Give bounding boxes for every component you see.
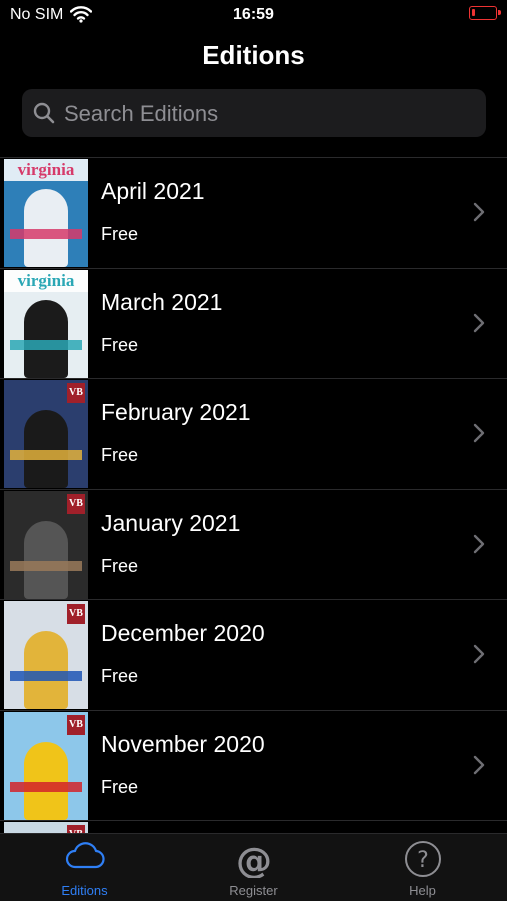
chevron-right-icon xyxy=(473,534,485,559)
cover-accent xyxy=(10,781,82,792)
page-title: Editions xyxy=(202,40,305,70)
search-icon xyxy=(32,101,56,130)
edition-price: Free xyxy=(101,666,139,686)
edition-title: February 2021 xyxy=(101,399,251,425)
cover-masthead: VB xyxy=(67,714,85,735)
edition-row[interactable]: VB December 2020 Free xyxy=(0,600,507,711)
edition-cover-image: VB xyxy=(4,711,88,820)
svg-text:?: ? xyxy=(417,848,429,873)
cloud-icon xyxy=(0,840,169,877)
svg-text:@: @ xyxy=(236,841,272,878)
cover-accent xyxy=(10,450,82,460)
chevron-right-icon xyxy=(473,423,485,448)
cover-accent xyxy=(10,339,82,350)
edition-price: Free xyxy=(101,445,139,465)
editions-list: virginia April 2021 Free virginia March 2021… xyxy=(0,157,507,834)
cover-accent xyxy=(10,560,82,571)
cover-masthead: VB xyxy=(67,493,85,514)
edition-cover-image: virginia xyxy=(4,269,88,378)
cover-figure xyxy=(24,520,68,599)
search-input[interactable] xyxy=(62,89,476,139)
cover-figure xyxy=(24,299,68,378)
cover-masthead: VB xyxy=(67,383,85,403)
edition-row[interactable]: virginia March 2021 Free xyxy=(0,269,507,379)
cover-masthead: VB xyxy=(67,604,85,624)
tab-editions-label: Editions xyxy=(61,883,108,898)
tab-register-label: Register xyxy=(229,883,278,898)
chevron-right-icon xyxy=(473,755,485,780)
chevron-right-icon xyxy=(473,313,485,338)
cover-masthead: virginia xyxy=(4,159,88,181)
tab-help[interactable]: ? Help xyxy=(338,834,507,901)
cover-masthead: virginia xyxy=(4,269,88,292)
tab-register[interactable]: @ Register xyxy=(169,834,338,901)
edition-cover-image: VB xyxy=(4,490,88,599)
edition-title: March 2021 xyxy=(101,288,223,315)
clock: 16:59 xyxy=(233,6,274,23)
tab-editions[interactable]: Editions xyxy=(0,834,169,901)
edition-price: Free xyxy=(101,224,139,244)
edition-title: December 2020 xyxy=(101,620,265,646)
edition-row[interactable]: virginia April 2021 Free xyxy=(0,158,507,269)
edition-title: April 2021 xyxy=(101,178,205,204)
edition-price: Free xyxy=(101,334,139,355)
tab-help-label: Help xyxy=(409,883,436,898)
cover-accent xyxy=(10,671,82,681)
search-bar[interactable] xyxy=(22,89,486,139)
edition-cover-image: VB xyxy=(4,601,88,709)
cover-figure xyxy=(24,410,68,488)
edition-cover-image: VB xyxy=(4,380,88,488)
battery-icon xyxy=(469,6,501,20)
edition-cover-image: virginia xyxy=(4,159,88,267)
tab-bar: Editions @ Register ? Help xyxy=(0,833,507,901)
chevron-right-icon xyxy=(473,202,485,227)
cover-accent xyxy=(10,229,82,239)
cover-figure xyxy=(24,189,68,267)
cover-figure xyxy=(24,741,68,820)
at-sign-icon: @ xyxy=(169,840,338,883)
edition-row[interactable]: VB January 2021 Free xyxy=(0,490,507,600)
question-mark-icon: ? xyxy=(338,840,507,883)
edition-title: November 2020 xyxy=(101,730,265,757)
edition-row[interactable]: VB November 2020 Free xyxy=(0,711,507,821)
edition-price: Free xyxy=(101,555,139,576)
status-bar: No SIM 16:59 xyxy=(0,0,507,30)
cover-figure xyxy=(24,631,68,709)
chevron-right-icon xyxy=(473,644,485,669)
edition-title: January 2021 xyxy=(101,509,241,536)
edition-price: Free xyxy=(101,776,139,797)
edition-row[interactable]: VB February 2021 Free xyxy=(0,379,507,490)
